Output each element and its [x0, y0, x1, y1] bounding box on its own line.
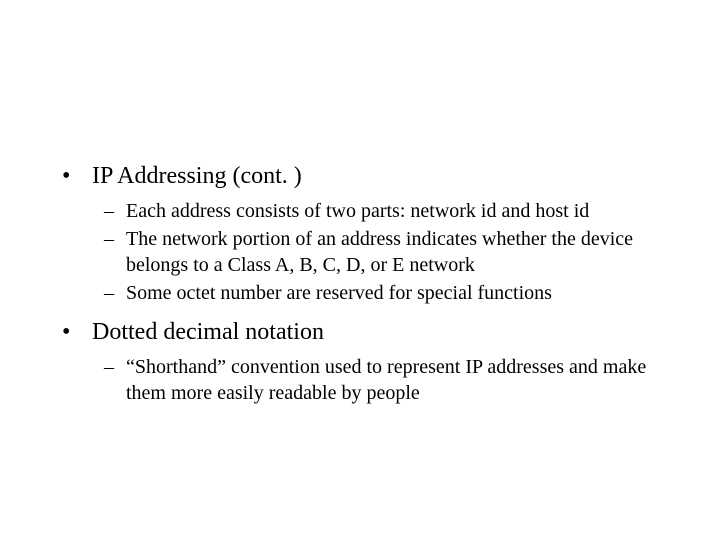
- sub-text: The network portion of an address indica…: [126, 226, 670, 278]
- sub-text: Each address consists of two parts: netw…: [126, 198, 589, 224]
- slide: • IP Addressing (cont. ) – Each address …: [0, 0, 720, 540]
- bullet-icon: •: [62, 316, 92, 348]
- sub-text: Some octet number are reserved for speci…: [126, 280, 552, 306]
- sub-item: – Each address consists of two parts: ne…: [104, 198, 670, 224]
- bullet-label: Dotted decimal notation: [92, 316, 324, 348]
- dash-icon: –: [104, 354, 126, 406]
- sub-item: – The network portion of an address indi…: [104, 226, 670, 278]
- bullet-item: • Dotted decimal notation: [62, 316, 670, 348]
- sub-item: – “Shorthand” convention used to represe…: [104, 354, 670, 406]
- dash-icon: –: [104, 226, 126, 278]
- sub-text: “Shorthand” convention used to represent…: [126, 354, 670, 406]
- bullet-icon: •: [62, 160, 92, 192]
- dash-icon: –: [104, 198, 126, 224]
- sub-list: – “Shorthand” convention used to represe…: [104, 354, 670, 406]
- bullet-label: IP Addressing (cont. ): [92, 160, 302, 192]
- sub-list: – Each address consists of two parts: ne…: [104, 198, 670, 306]
- dash-icon: –: [104, 280, 126, 306]
- sub-item: – Some octet number are reserved for spe…: [104, 280, 670, 306]
- bullet-item: • IP Addressing (cont. ): [62, 160, 670, 192]
